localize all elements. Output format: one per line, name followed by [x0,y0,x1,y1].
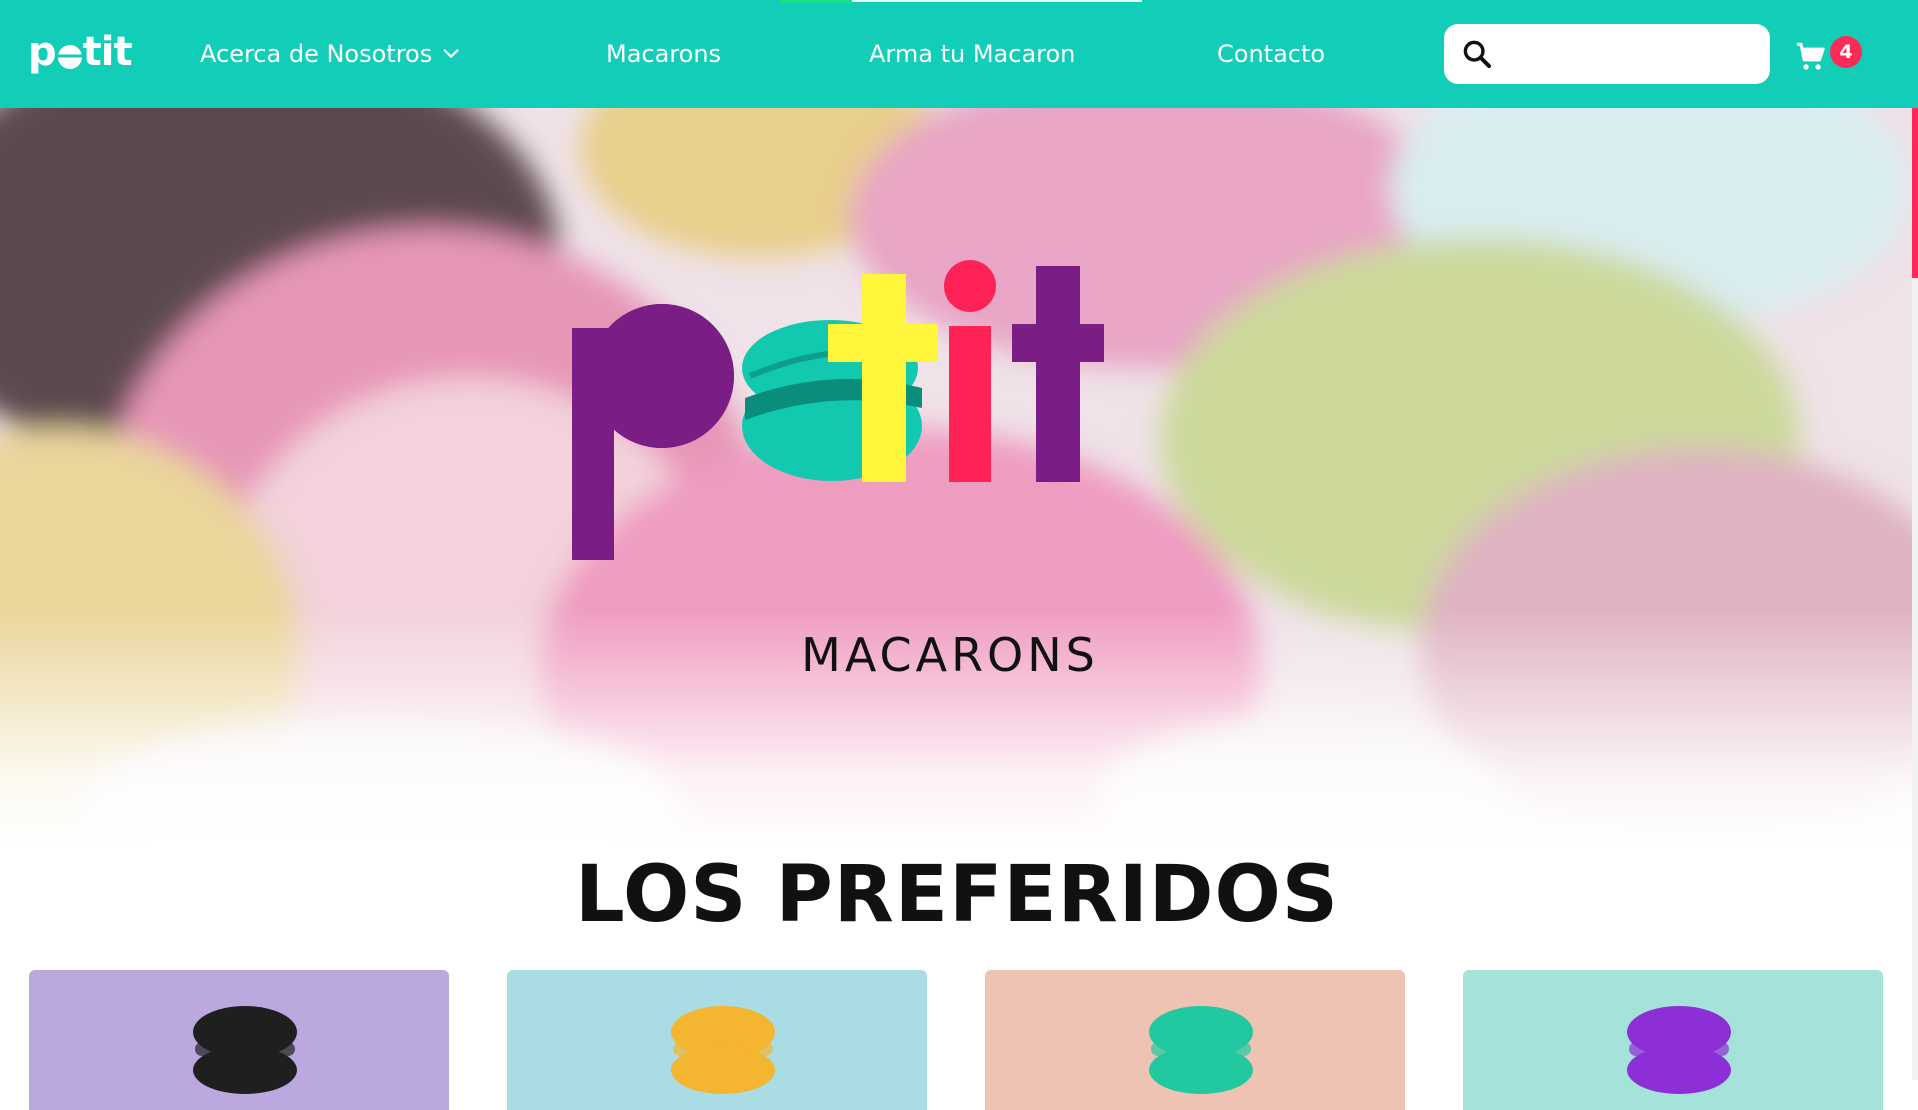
search-box [1444,24,1770,84]
nav-active-indicator [780,0,852,3]
nav-build-macaron-label: Arma tu Macaron [869,40,1076,68]
cart-icon [1794,40,1828,74]
macaron-image [1149,1006,1253,1094]
favorite-card[interactable] [29,970,449,1110]
search-icon[interactable] [1460,37,1494,71]
favorite-card[interactable] [985,970,1405,1110]
brand-logo-tit: tit [82,29,133,75]
nav-about-label: Acerca de Nosotros [200,40,433,68]
hero-petit-logo: petit [572,260,1104,560]
brand-logo-macaron-icon [57,45,82,69]
scrollbar-thumb[interactable] [1912,108,1918,278]
nav-build-macaron-link[interactable]: Arma tu Macaron [869,34,1075,74]
nav-macarons-link[interactable]: Macarons [606,34,721,74]
nav-macarons-label: Macarons [606,40,722,68]
chevron-down-icon [442,45,460,63]
favorite-card[interactable] [1463,970,1883,1110]
favorite-card[interactable] [507,970,927,1110]
hero-subtitle: MACARONS [801,628,1099,682]
cart-button[interactable]: 4 [1790,32,1862,76]
nav-contact-label: Contacto [1217,40,1326,68]
nav-contact-link[interactable]: Contacto [1217,34,1325,74]
nav-hover-indicator [852,0,1142,2]
macaron-image [193,1006,297,1094]
macaron-image [671,1006,775,1094]
favorites-section-title: LOS PREFERIDOS [575,850,1339,940]
cart-count-badge: 4 [1830,36,1862,68]
macaron-image [1627,1006,1731,1094]
brand-logo-link[interactable]: petit ptit [28,28,133,76]
top-navbar: petit ptit Acerca de Nosotros Macarons A… [0,0,1918,108]
favorites-card-list [0,970,1914,1110]
search-input[interactable] [1504,33,1758,75]
brand-logo-p: p [28,29,57,75]
hero-banner: petit MACARONS [0,108,1914,848]
nav-about-dropdown[interactable]: Acerca de Nosotros [200,34,460,74]
